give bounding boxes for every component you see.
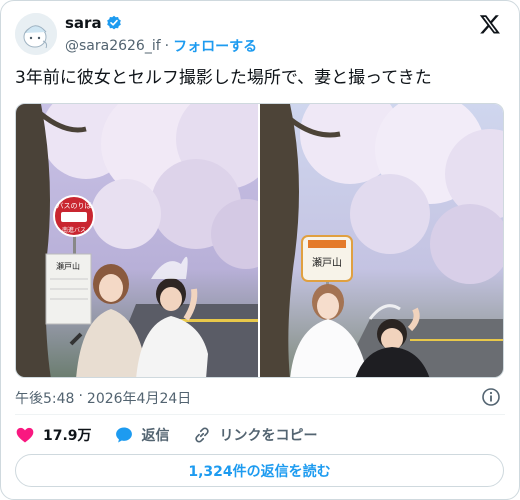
timestamp-separator: · — [78, 388, 83, 404]
speech-bubble-icon — [115, 427, 132, 443]
likes-count: 17.9万 — [43, 428, 92, 444]
photo-grid: バスのりば 南進バス 瀬戸山 瀬戸山 — [15, 103, 504, 378]
link-icon — [194, 427, 209, 443]
avatar-illustration — [15, 13, 57, 55]
author-handle[interactable]: @sara2626_if — [65, 38, 161, 54]
tweet-card: sara @sara2626_if · フォローする 3年前に彼女とセルフ撮影し… — [0, 0, 520, 500]
timestamp-date: 2026年4月24日 — [86, 391, 192, 407]
read-replies-button[interactable]: 1,324件の返信を読む — [15, 454, 504, 487]
copy-link-button[interactable]: リンクをコピー — [192, 425, 318, 445]
photo1-sign-company: 南進バス — [62, 226, 86, 234]
tweet-text: 3年前に彼女とセルフ撮影した場所で、妻と撮ってきた — [15, 68, 432, 88]
photo-1[interactable]: バスのりば 南進バス 瀬戸山 — [16, 104, 258, 377]
action-bar: 17.9万 返信 リンクをコピー — [15, 425, 340, 445]
divider — [15, 414, 505, 415]
timestamp-time: 午後5:48 — [15, 391, 75, 407]
handle-separator: · — [164, 38, 170, 54]
like-button[interactable]: 17.9万 — [15, 425, 92, 445]
verified-badge-icon — [106, 15, 122, 31]
heart-icon — [16, 427, 34, 443]
photo1-sign-top: バスのりば — [57, 201, 92, 210]
photo2-sign-stop: 瀬戸山 — [312, 257, 342, 269]
x-logo-icon[interactable] — [479, 13, 501, 35]
follow-button[interactable]: フォローする — [173, 36, 257, 56]
reply-button[interactable]: 返信 — [114, 425, 170, 445]
author-name-row: sara — [65, 14, 122, 32]
avatar[interactable] — [15, 13, 57, 55]
info-icon[interactable] — [481, 387, 501, 407]
timestamp[interactable]: 午後5:48 · 2026年4月24日 — [15, 388, 191, 408]
display-name[interactable]: sara — [65, 14, 102, 32]
photo1-sign-stop: 瀬戸山 — [56, 261, 80, 271]
photo-2[interactable]: 瀬戸山 — [260, 104, 503, 377]
author-handle-row: @sara2626_if · フォローする — [65, 36, 257, 56]
copy-link-label: リンクをコピー — [219, 428, 318, 444]
reply-label: 返信 — [141, 428, 170, 444]
